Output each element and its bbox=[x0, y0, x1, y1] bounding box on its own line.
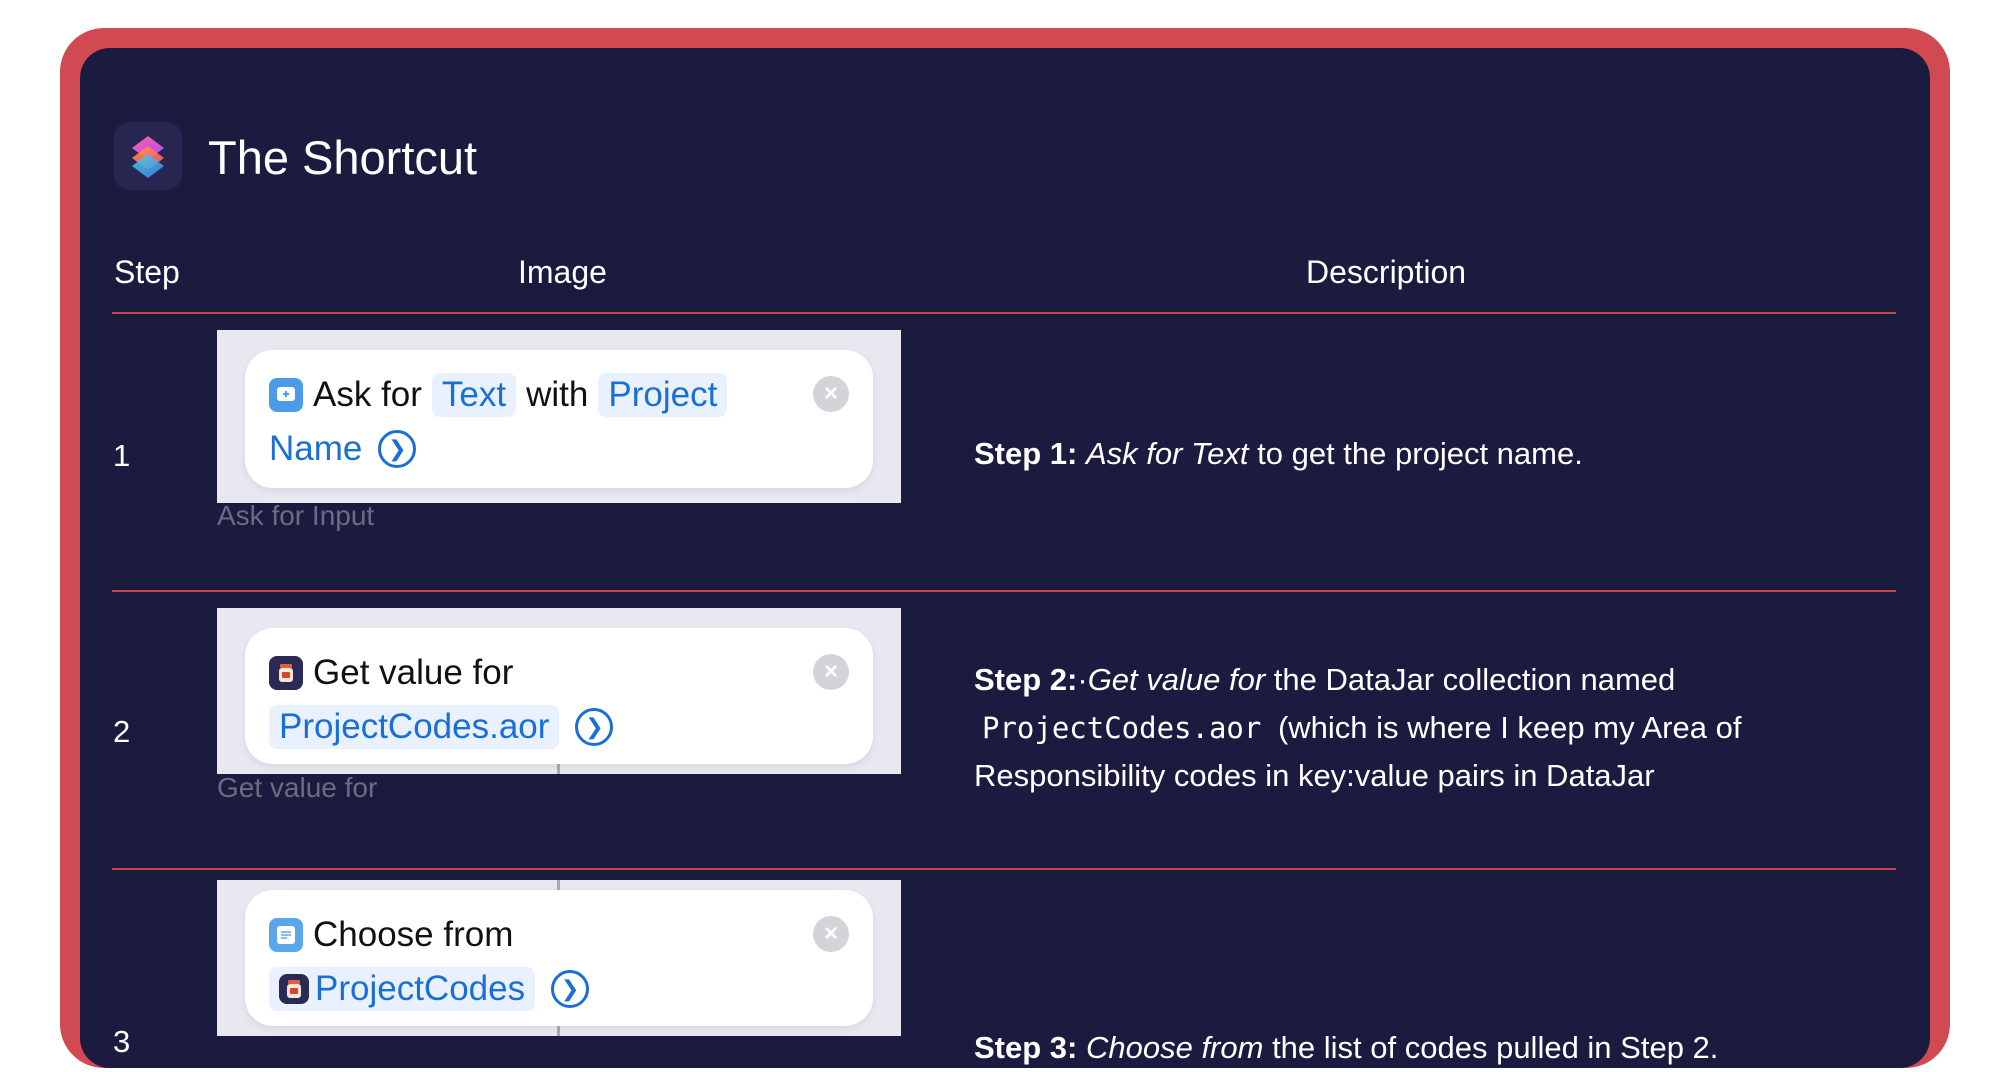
row-divider bbox=[112, 868, 1896, 870]
step-description: Step 3: Choose from the list of codes pu… bbox=[974, 1030, 1719, 1065]
close-icon[interactable]: × bbox=[813, 654, 849, 690]
step-image: Ask for Text with Project Name ❯ × bbox=[217, 330, 901, 503]
step-number: 3 bbox=[113, 1024, 131, 1059]
image-caption: Get value for bbox=[217, 772, 378, 803]
action-card: Ask for Text with Project Name ❯ × bbox=[245, 350, 873, 488]
step-image: Get value for ProjectCodes.aor ❯ × bbox=[217, 608, 901, 774]
column-header-description: Description bbox=[1306, 254, 1467, 290]
action-name: Get value for bbox=[1087, 662, 1266, 697]
step-number: 1 bbox=[113, 438, 131, 473]
close-icon[interactable]: × bbox=[813, 376, 849, 412]
parameter-chip[interactable]: Project bbox=[598, 373, 728, 417]
action-word: with bbox=[526, 375, 589, 414]
step-label: Step 2: bbox=[974, 662, 1078, 697]
close-icon[interactable]: × bbox=[813, 916, 849, 952]
step-description: Step 1: Ask for Text to get the project … bbox=[974, 436, 1583, 471]
step-label: Step 3: bbox=[974, 1030, 1078, 1065]
image-caption: Ask for Input bbox=[217, 500, 375, 531]
parameter-chip[interactable]: Name bbox=[269, 429, 362, 469]
action-verb: Ask for bbox=[313, 375, 422, 414]
choose-from-list-icon bbox=[269, 918, 303, 952]
code-inline: ProjectCodes.aor bbox=[982, 711, 1262, 745]
datajar-icon bbox=[279, 974, 309, 1004]
step-description: Step 2:·Get value for the DataJar collec… bbox=[974, 662, 1742, 793]
action-name: Ask for Text bbox=[1085, 436, 1249, 471]
step-label: Step 1: bbox=[974, 436, 1078, 471]
expand-arrow-icon[interactable]: ❯ bbox=[575, 708, 614, 746]
action-card: Get value for ProjectCodes.aor ❯ × bbox=[245, 628, 873, 764]
datajar-icon bbox=[269, 656, 303, 690]
column-header-step: Step bbox=[114, 254, 180, 290]
ask-for-input-icon bbox=[269, 378, 303, 412]
shortcuts-app-icon bbox=[114, 122, 182, 190]
step-number: 2 bbox=[113, 714, 131, 749]
column-header-image: Image bbox=[518, 254, 607, 290]
action-verb: Get value for bbox=[313, 653, 514, 692]
expand-arrow-icon[interactable]: ❯ bbox=[378, 430, 417, 468]
action-verb: Choose from bbox=[313, 915, 514, 954]
row-divider bbox=[112, 590, 1896, 592]
parameter-chip[interactable]: Text bbox=[431, 373, 517, 417]
step-image: Choose from ProjectCodes ❯ × bbox=[217, 880, 901, 1036]
content-panel: The Shortcut Step Image Description 1 As… bbox=[80, 48, 1930, 1068]
parameter-chip[interactable]: ProjectCodes bbox=[269, 967, 536, 1011]
page-title: The Shortcut bbox=[208, 131, 478, 184]
action-name: Choose from bbox=[1085, 1030, 1264, 1065]
parameter-chip[interactable]: ProjectCodes.aor bbox=[269, 705, 560, 749]
header-divider bbox=[112, 312, 1896, 314]
expand-arrow-icon[interactable]: ❯ bbox=[551, 970, 590, 1008]
action-card: Choose from ProjectCodes ❯ × bbox=[245, 890, 873, 1026]
